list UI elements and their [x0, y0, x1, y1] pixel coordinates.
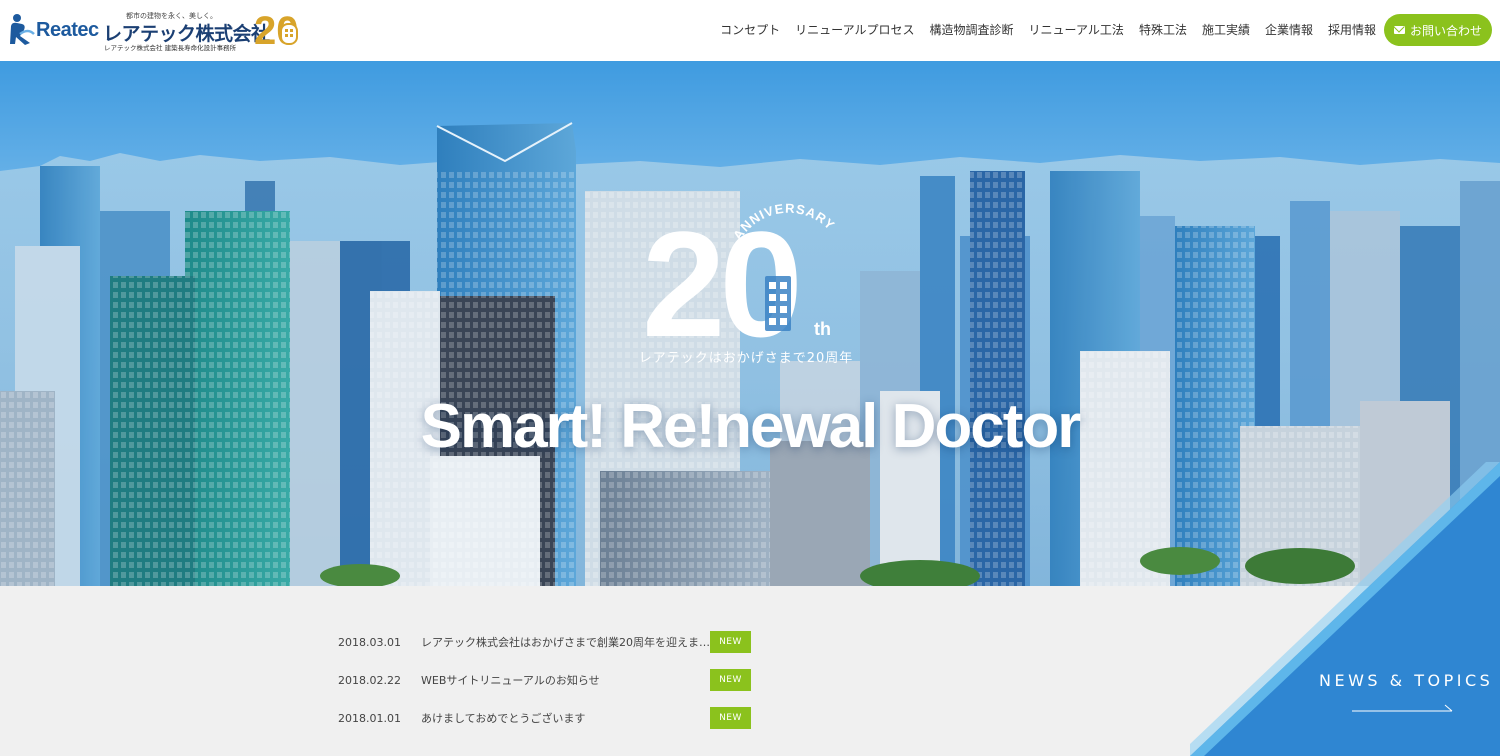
mail-icon — [1393, 26, 1405, 34]
anniversary-20th-emblem: 20 ANNIVERSARY th — [642, 201, 837, 368]
logo-brand: Reatec — [36, 19, 99, 41]
site-logo[interactable]: Reatec 都市の建物を永く、美しく。 レアテック株式会社 レアテック株式会社… — [8, 9, 299, 52]
news-item[interactable]: 2018.02.22 WEBサイトリニューアルのお知らせ NEW — [338, 661, 751, 699]
site-header: Reatec 都市の建物を永く、美しく。 レアテック株式会社 レアテック株式会社… — [0, 0, 1500, 61]
news-date: 2018.02.22 — [338, 673, 401, 687]
hero-tagline: Smart! Re!newal Doctor — [420, 392, 1082, 461]
news-item[interactable]: 2018.03.01 レアテック株式会社はおかげさまで創業20周年を迎えま… N… — [338, 623, 751, 661]
news-date: 2018.01.01 — [338, 711, 401, 725]
news-title[interactable]: あけましておめでとうございます — [421, 710, 710, 726]
news-title[interactable]: レアテック株式会社はおかげさまで創業20周年を迎えま… — [421, 634, 710, 650]
contact-button[interactable]: お問い合わせ — [1384, 14, 1492, 46]
arrow-right-icon[interactable] — [1352, 703, 1454, 713]
nav-company[interactable]: 企業情報 — [1265, 21, 1313, 38]
contact-button-label: お問い合わせ — [1409, 23, 1482, 38]
building-icon — [765, 276, 791, 331]
nav-works[interactable]: 施工実績 — [1202, 21, 1250, 38]
nav-special-method[interactable]: 特殊工法 — [1139, 21, 1187, 38]
anniversary-badge-icon: 20 — [254, 9, 299, 50]
reatec-logo-icon — [10, 14, 35, 45]
news-list: 2018.03.01 レアテック株式会社はおかげさまで創業20周年を迎えま… N… — [338, 623, 751, 737]
global-nav: コンセプト リニューアルプロセス 構造物調査診断 リニューアル工法 特殊工法 施… — [705, 21, 1376, 38]
news-item[interactable]: 2018.01.01 あけましておめでとうございます NEW — [338, 699, 751, 737]
anniversary-caption: レアテックはおかげさまで20周年 — [638, 351, 854, 366]
anniversary-suffix: th — [814, 319, 831, 339]
new-badge: NEW — [710, 669, 751, 691]
nav-structural-survey[interactable]: 構造物調査診断 — [930, 21, 1014, 38]
nav-renewal-method[interactable]: リニューアル工法 — [1029, 21, 1124, 38]
logo-subtitle: レアテック株式会社 建築長寿命化設計事務所 — [104, 44, 237, 52]
nav-concept[interactable]: コンセプト — [720, 21, 780, 38]
new-badge: NEW — [710, 631, 751, 653]
nav-renewal-process[interactable]: リニューアルプロセス — [795, 21, 914, 38]
news-date: 2018.03.01 — [338, 635, 401, 649]
new-badge: NEW — [710, 707, 751, 729]
nav-recruit[interactable]: 採用情報 — [1328, 21, 1376, 38]
news-topics-link[interactable]: NEWS & TOPICS — [1319, 671, 1493, 690]
news-title[interactable]: WEBサイトリニューアルのお知らせ — [421, 672, 710, 688]
